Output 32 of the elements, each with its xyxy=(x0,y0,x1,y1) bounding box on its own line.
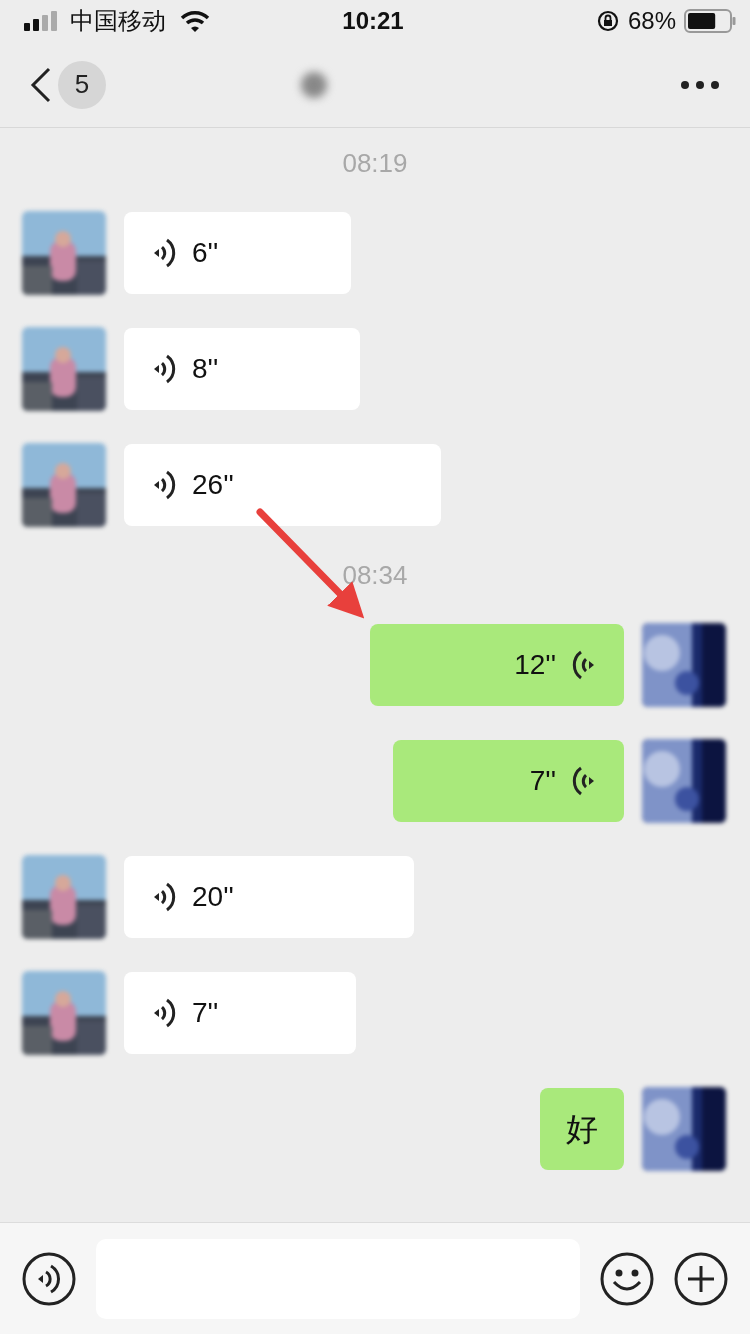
emoji-button[interactable] xyxy=(600,1251,654,1306)
carrier-name: 中国移动 xyxy=(70,6,166,36)
timestamp: 08:19 xyxy=(342,148,408,178)
wifi-icon xyxy=(180,10,210,32)
voice-message[interactable]: 7'' xyxy=(124,972,356,1054)
add-button[interactable] xyxy=(674,1251,728,1306)
voice-button[interactable] xyxy=(22,1251,76,1306)
battery-icon xyxy=(684,8,738,34)
voice-icon xyxy=(152,468,178,502)
status-time: 10:21 xyxy=(342,6,405,36)
rotation-lock-icon xyxy=(595,9,620,33)
text-message: 好 xyxy=(540,1088,624,1170)
timestamp: 08:34 xyxy=(342,560,408,590)
battery-percent: 68% xyxy=(627,6,676,36)
voice-icon xyxy=(152,352,178,386)
voice-message[interactable]: 26'' xyxy=(124,444,441,526)
voice-icon xyxy=(152,236,178,270)
back-icon[interactable] xyxy=(30,66,52,103)
plus-icon xyxy=(674,1251,728,1306)
voice-icon xyxy=(152,996,178,1030)
voice-icon xyxy=(570,764,596,798)
more-icon[interactable] xyxy=(680,79,720,90)
voice-message[interactable]: 7'' xyxy=(392,740,624,822)
voice-message[interactable]: 8'' xyxy=(124,328,360,410)
voice-message[interactable]: 20'' xyxy=(124,856,414,938)
smiley-icon xyxy=(600,1251,654,1306)
voice-icon xyxy=(152,880,178,914)
voice-message[interactable]: 6'' xyxy=(124,212,351,294)
voice-icon xyxy=(22,1251,76,1306)
voice-message[interactable]: 12'' xyxy=(370,624,624,706)
unread-count: 5 xyxy=(58,60,106,109)
voice-icon xyxy=(570,648,596,682)
